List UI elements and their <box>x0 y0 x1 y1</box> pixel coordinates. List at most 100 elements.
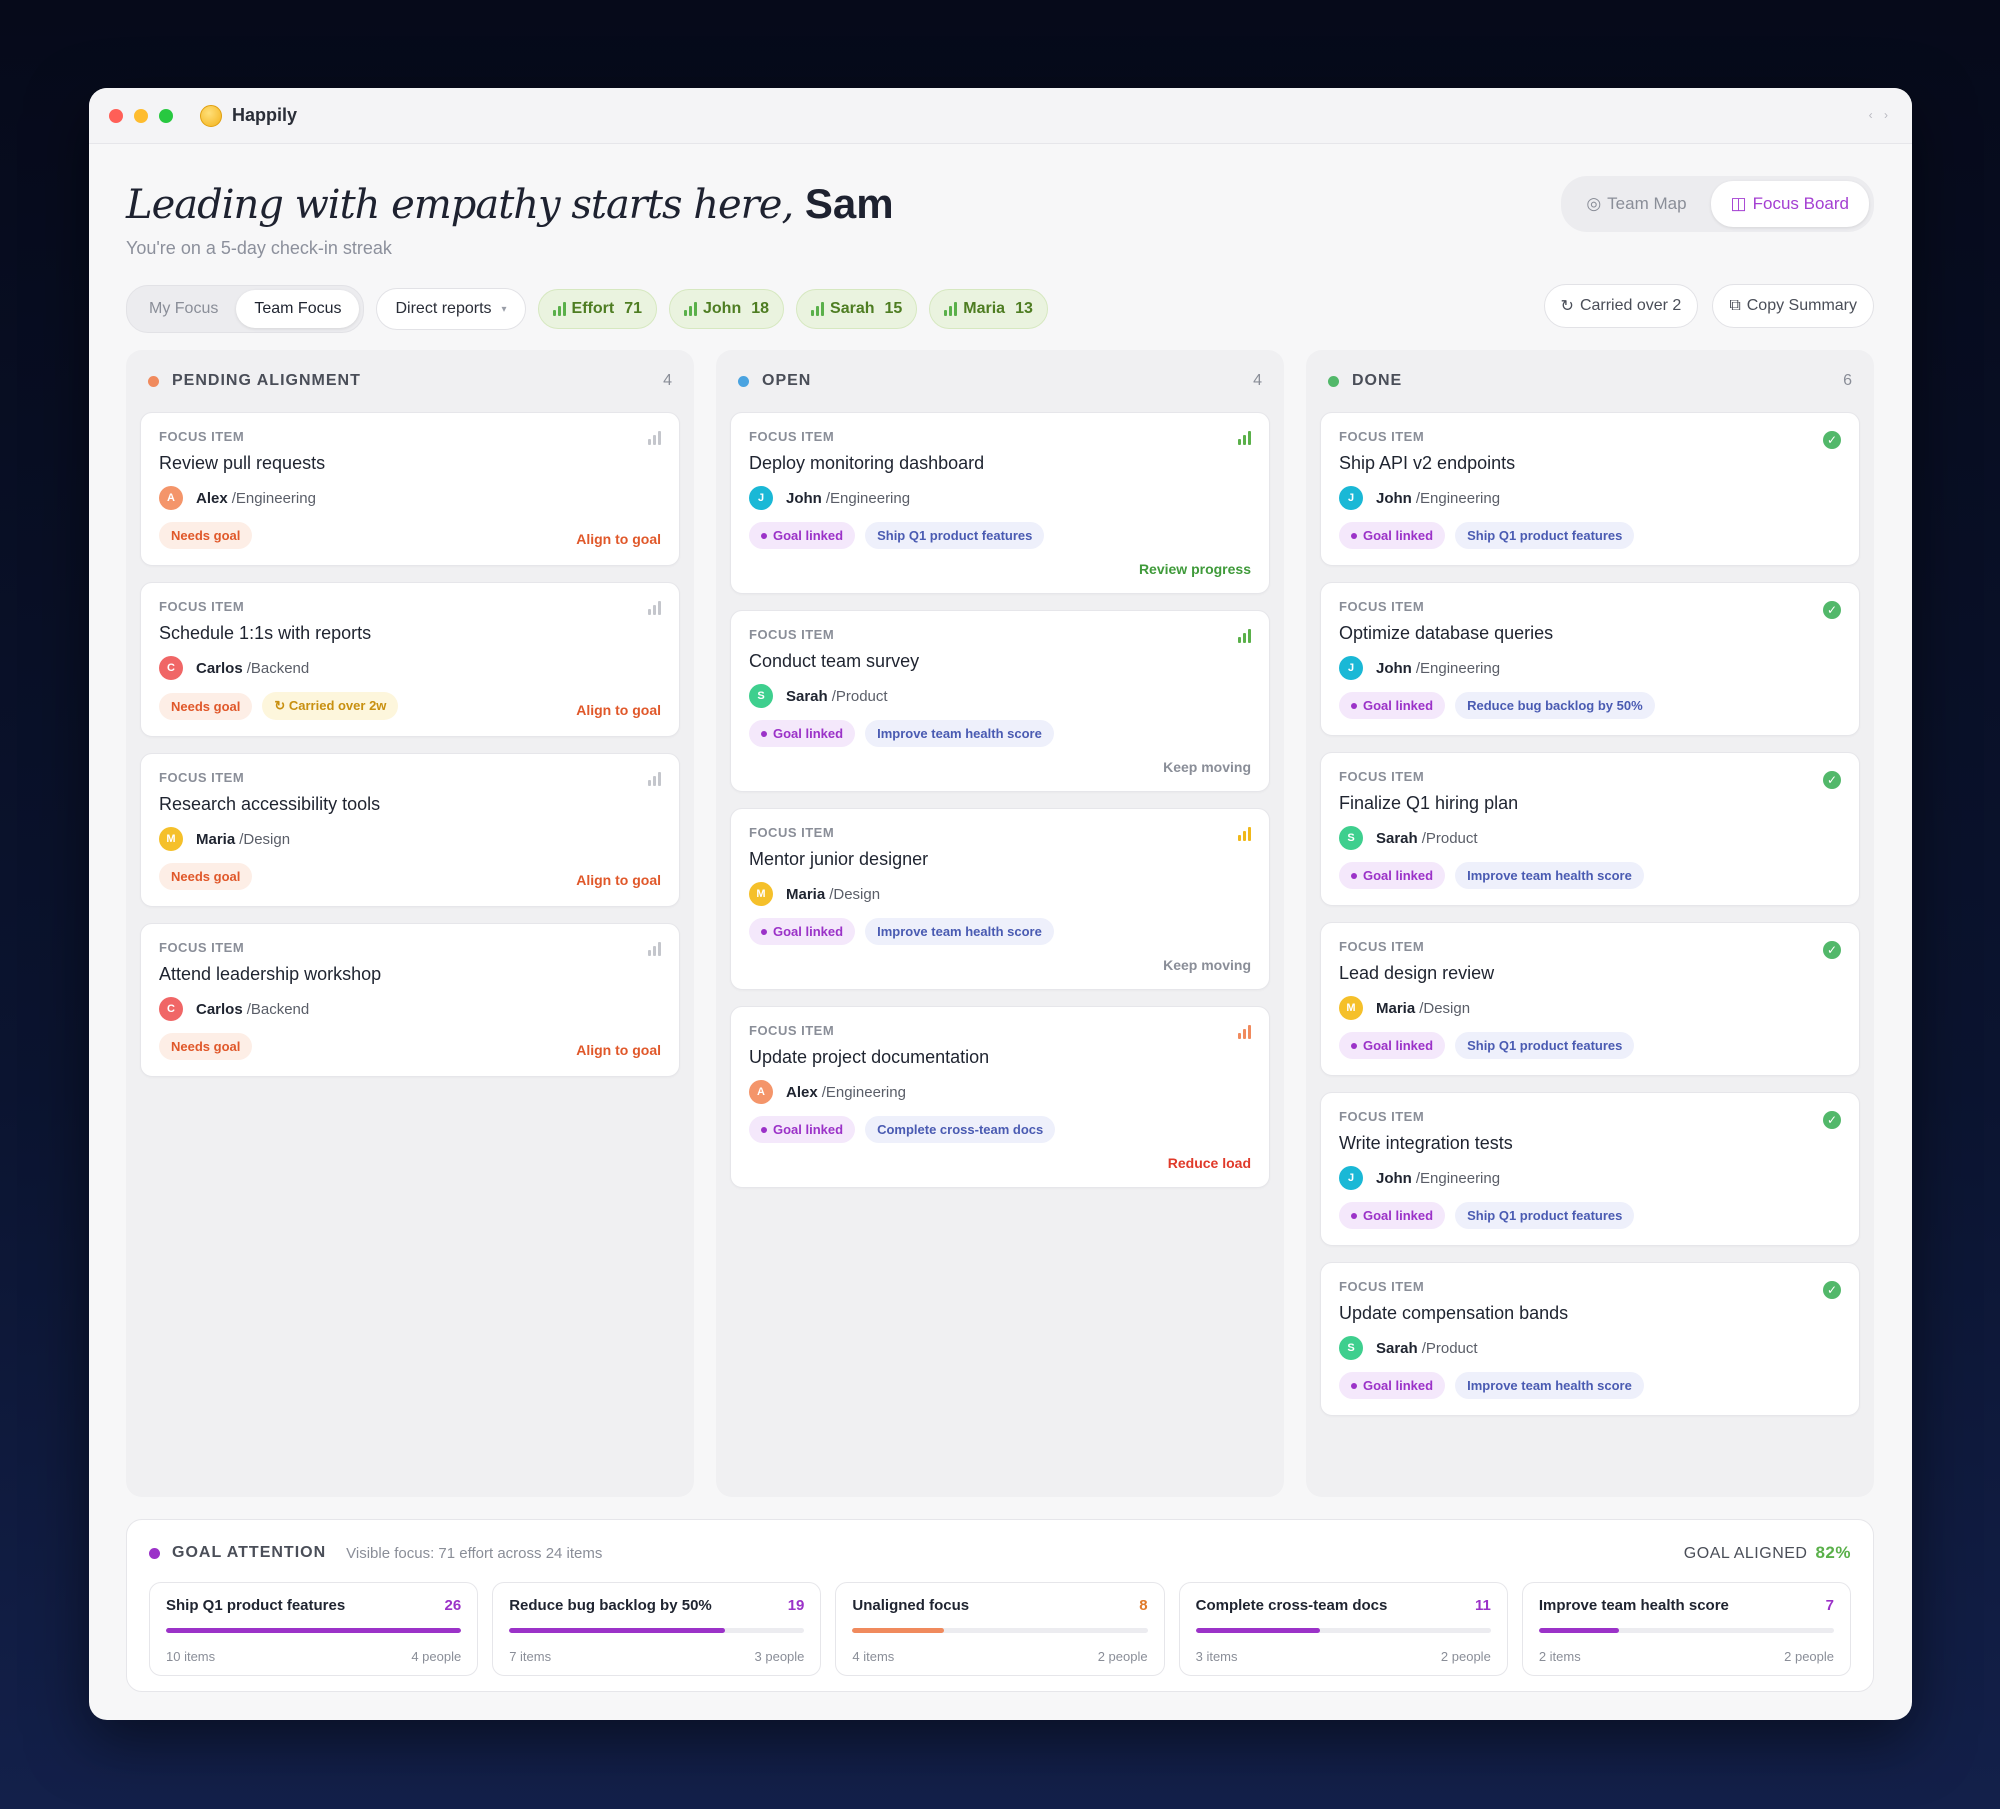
card-label: FOCUS ITEM <box>159 770 245 785</box>
close-window-button[interactable] <box>109 108 123 123</box>
goal-progress-track <box>166 1628 462 1633</box>
goal-card[interactable]: Complete cross-team docs 11 3 items 2 peopl… <box>1178 1582 1508 1676</box>
card-action-link[interactable]: Align to goal <box>576 702 661 718</box>
goal-progress-track <box>852 1628 1148 1633</box>
avatar: M <box>159 827 183 851</box>
column-count: 4 <box>1253 372 1262 389</box>
owner-name: Alex <box>786 1083 818 1101</box>
card-tags: Goal linked Complete cross-team docs <box>749 1116 1251 1143</box>
card-title: Attend leadership workshop <box>159 964 382 984</box>
goal-card[interactable]: Unaligned focus 8 4 items 2 people <box>835 1582 1165 1676</box>
card-tags: Goal linked Improve team health score <box>749 720 1251 747</box>
goal-name: Ship Q1 product features <box>166 1597 346 1614</box>
card-action-link[interactable]: Keep moving <box>749 957 1251 973</box>
owner-team: Design <box>243 830 291 848</box>
effort-pill-value: 15 <box>884 300 903 317</box>
goal-attention-subtitle: Visible focus: 71 effort across 24 items <box>346 1544 603 1562</box>
card-action-link[interactable]: Reduce load <box>749 1155 1251 1171</box>
effort-bars-icon <box>811 302 825 316</box>
check-icon: ✓ <box>1823 941 1841 959</box>
copy-summary-button[interactable]: ⧉ Copy Summary <box>1712 284 1874 328</box>
focus-card[interactable]: FOCUS ITEM Mentor junior designer M Maria / … <box>730 808 1270 990</box>
effort-pill[interactable]: Maria 13 <box>929 289 1048 329</box>
avatar: M <box>1339 996 1363 1020</box>
goal-linked-badge: Goal linked <box>1339 1032 1446 1059</box>
card-label: FOCUS ITEM <box>159 599 245 614</box>
focus-card[interactable]: FOCUS ITEM Update compensation bands S Sara… <box>1320 1262 1860 1416</box>
owner-team: Engineering <box>830 489 911 507</box>
goal-tag: Improve team health score <box>865 720 1054 747</box>
focus-card[interactable]: FOCUS ITEM Lead design review M Maria / Desi… <box>1320 922 1860 1076</box>
goal-card[interactable]: Reduce bug backlog by 50% 19 7 items 3 peop… <box>492 1582 822 1676</box>
effort-pill[interactable]: Sarah 15 <box>796 289 918 329</box>
owner-name: Carlos <box>196 659 243 677</box>
owner-team: Product <box>1425 1339 1478 1357</box>
card-action-link[interactable]: Keep moving <box>749 759 1251 775</box>
effort-signal-icon <box>648 772 661 791</box>
signal-bars-icon <box>1238 1025 1251 1039</box>
card-owner: J John / Engineering <box>749 486 1251 510</box>
my-focus-tab[interactable]: My Focus <box>131 290 236 328</box>
goal-card-header: Improve team health score 7 <box>1539 1597 1834 1614</box>
goal-card[interactable]: Improve team health score 7 2 items 2 peopl… <box>1521 1582 1852 1676</box>
goal-tag: Reduce bug backlog by 50% <box>1455 692 1655 719</box>
needs-goal-badge: Needs goal <box>159 692 253 720</box>
focus-card[interactable]: FOCUS ITEM Update project documentation A A… <box>730 1006 1270 1188</box>
goal-card-footer: 10 items 4 people <box>166 1649 461 1664</box>
card-title: Update project documentation <box>749 1047 990 1067</box>
owner-team: Engineering <box>1420 659 1501 677</box>
column-count: 6 <box>1843 372 1852 389</box>
column-status-dot <box>1328 375 1339 387</box>
focus-card[interactable]: FOCUS ITEM Ship API v2 endpoints J John / En… <box>1320 412 1860 566</box>
card-tags: Goal linked Improve team health score <box>1339 862 1841 889</box>
goal-progress-fill <box>1538 1628 1619 1633</box>
owner-team: Engineering <box>825 1083 906 1101</box>
direct-reports-dropdown[interactable]: Direct reports ▾ <box>376 288 526 330</box>
card-label: FOCUS ITEM <box>1339 599 1425 614</box>
maximize-window-button[interactable] <box>159 108 173 123</box>
focus-card[interactable]: FOCUS ITEM Deploy monitoring dashboard J Jo… <box>730 412 1270 594</box>
card-action-link[interactable]: Align to goal <box>576 531 661 547</box>
goal-aligned-label: GOAL ALIGNED <box>1683 1545 1808 1562</box>
goal-card[interactable]: Ship Q1 product features 26 10 items 4 peop… <box>149 1582 479 1676</box>
effort-pill[interactable]: John 18 <box>669 289 785 329</box>
goal-tag: Ship Q1 product features <box>1455 1032 1635 1059</box>
carried-over-button[interactable]: ↻ Carried over 2 <box>1543 284 1699 328</box>
focus-card[interactable]: FOCUS ITEM Conduct team survey S Sarah / Pro… <box>730 610 1270 792</box>
card-action-link[interactable]: Align to goal <box>576 1042 661 1058</box>
team-map-tab[interactable]: ◎ Team Map <box>1566 181 1706 227</box>
done-check-icon: ✓ <box>1823 941 1841 959</box>
focus-board-tab[interactable]: ◫ Focus Board <box>1710 181 1869 227</box>
card-label: FOCUS ITEM <box>749 627 835 642</box>
focus-card[interactable]: FOCUS ITEM Finalize Q1 hiring plan S Sarah /… <box>1320 752 1860 906</box>
effort-pill[interactable]: Effort 71 <box>537 289 657 329</box>
nav-arrows-icon[interactable]: ‹ › <box>1869 108 1892 122</box>
column-title: OPEN <box>762 372 812 389</box>
goal-name: Improve team health score <box>1538 1597 1729 1614</box>
focus-card[interactable]: FOCUS ITEM Research accessibility tools M M… <box>140 753 680 907</box>
focus-card[interactable]: FOCUS ITEM Write integration tests J John / … <box>1320 1092 1860 1246</box>
focus-card[interactable]: FOCUS ITEM Attend leadership workshop C Car… <box>140 923 680 1077</box>
minimize-window-button[interactable] <box>134 108 148 123</box>
dropdown-label: Direct reports <box>395 300 492 317</box>
app-window: Happily ‹ › Leading with empathy starts … <box>89 88 1912 1720</box>
focus-card[interactable]: FOCUS ITEM Review pull requests A Alex / Eng… <box>140 412 680 566</box>
card-label: FOCUS ITEM <box>1339 1279 1425 1294</box>
team-focus-tab[interactable]: Team Focus <box>236 290 360 328</box>
focus-card[interactable]: FOCUS ITEM Schedule 1:1s with reports C Car… <box>140 582 680 737</box>
column-header: OPEN 4 <box>730 366 1270 396</box>
card-action-link[interactable]: Review progress <box>749 561 1251 577</box>
card-action-link[interactable]: Align to goal <box>576 872 661 888</box>
goal-linked-badge: Goal linked <box>1339 522 1446 549</box>
page-title: Leading with empathy starts here, Sam <box>126 180 894 228</box>
title-bar: Happily ‹ › <box>89 88 1912 144</box>
card-tags: Goal linked Ship Q1 product features <box>1339 1032 1841 1059</box>
app-logo-icon <box>200 104 222 127</box>
column-status-dot <box>738 375 749 387</box>
user-name: Sam <box>804 180 894 227</box>
effort-bars-icon <box>684 302 697 316</box>
focus-card[interactable]: FOCUS ITEM Optimize database queries J John… <box>1320 582 1860 736</box>
goal-progress-track <box>1195 1628 1491 1633</box>
avatar: J <box>1339 656 1363 680</box>
scope-toggle: My Focus Team Focus <box>126 285 365 333</box>
